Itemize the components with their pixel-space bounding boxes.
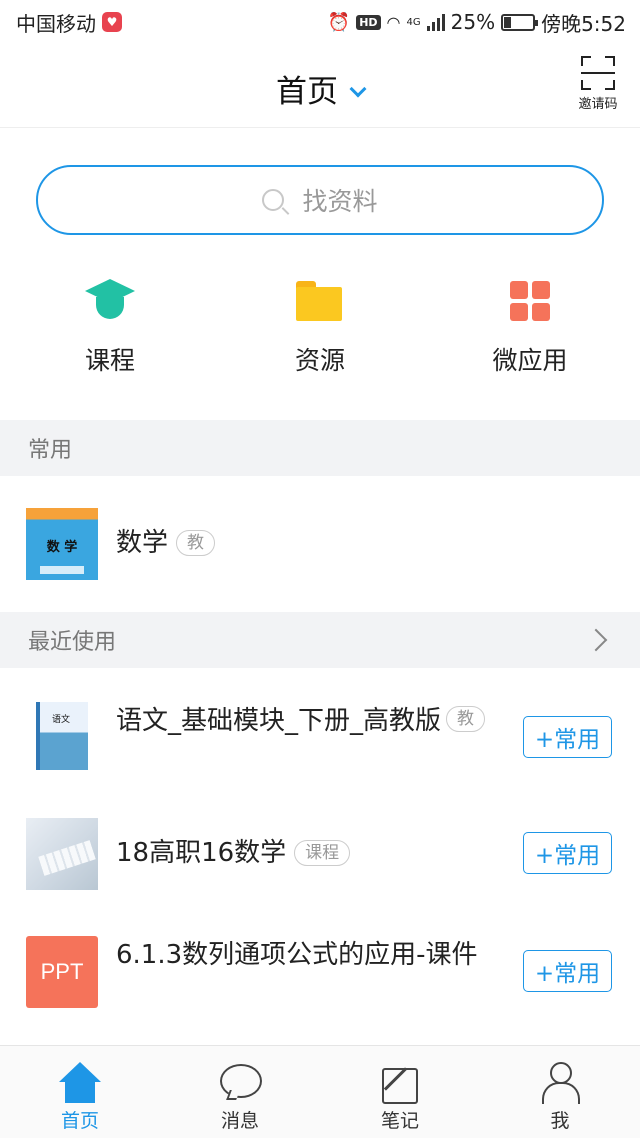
status-left: 中国移动 ♥ xyxy=(16,8,122,37)
signal-icon xyxy=(426,13,445,31)
item-title: 语文_基础模块_下册_高教版 xyxy=(116,706,442,736)
wifi-icon: ◠ xyxy=(386,12,401,32)
nav-tab-messages[interactable]: 消息 xyxy=(160,1046,320,1138)
item-title-row: 6.1.3数列通项公式的应用-课件 xyxy=(116,938,496,972)
item-title: 数学 xyxy=(116,528,169,558)
list-item-math[interactable]: 数 学 数学教 xyxy=(0,476,640,611)
add-to-frequent-button[interactable]: +常用 xyxy=(523,716,612,758)
section-header-recent[interactable]: 最近使用 xyxy=(0,612,640,668)
section-title: 最近使用 xyxy=(28,630,117,655)
nav-label: 笔记 xyxy=(380,1110,419,1132)
home-icon xyxy=(58,1062,102,1104)
status-bar: 中国移动 ♥ ⏰ HD ◠ 4G 25% 傍晚5:52 xyxy=(0,0,640,44)
quick-entry-course[interactable]: 课程 xyxy=(40,275,180,377)
invite-code-button[interactable]: 邀请码 xyxy=(576,56,620,112)
graduation-cap-icon xyxy=(84,275,136,327)
add-to-frequent-button[interactable]: +常用 xyxy=(523,950,612,992)
quick-entry-label: 资源 xyxy=(294,346,345,375)
page-title: 首页 xyxy=(276,74,338,110)
list-item-course[interactable]: 18高职16数学 课程 +常用 xyxy=(0,786,640,904)
add-to-frequent-button[interactable]: +常用 xyxy=(523,832,612,874)
scan-icon xyxy=(581,56,615,90)
battery-icon xyxy=(501,13,539,31)
course-cover-thumbnail xyxy=(26,818,98,890)
person-icon xyxy=(538,1062,582,1104)
folder-icon xyxy=(294,275,346,327)
nav-tab-notes[interactable]: 笔记 xyxy=(320,1046,480,1138)
item-title: 18高职16数学 xyxy=(116,838,287,868)
search-icon xyxy=(262,189,285,211)
bottom-nav: 首页 消息 笔记 我 xyxy=(0,1045,640,1138)
quick-entry-label: 课程 xyxy=(84,346,135,375)
nav-label: 首页 xyxy=(60,1110,99,1132)
cover-title: 数 学 xyxy=(46,540,78,555)
chevron-right-icon[interactable] xyxy=(584,628,608,652)
section-header-frequent: 常用 xyxy=(0,420,640,476)
top-header: 首页 邀请码 xyxy=(0,44,640,128)
carrier-heart-icon: ♥ xyxy=(102,12,122,32)
item-type-tag: 教 xyxy=(176,530,216,556)
battery-percent: 25% xyxy=(450,10,496,34)
hd-badge: HD xyxy=(356,14,381,30)
item-type-tag: 教 xyxy=(446,706,485,732)
item-type-tag: 课程 xyxy=(294,840,351,866)
list-item-chinese[interactable]: 语文 语文_基础模块_下册_高教版 教 +常用 xyxy=(0,668,640,786)
ppt-file-icon: PPT xyxy=(26,936,98,1008)
item-title-row: 18高职16数学 课程 xyxy=(116,836,351,870)
section-title: 常用 xyxy=(28,438,73,463)
network-type: 4G xyxy=(406,16,421,28)
cover-title: 语文 xyxy=(52,715,71,725)
search-input[interactable]: 找资料 xyxy=(36,165,604,235)
list-item-ppt[interactable]: PPT 6.1.3数列通项公式的应用-课件 +常用 xyxy=(0,904,640,1044)
chevron-down-icon xyxy=(349,80,367,98)
book-cover-thumbnail: 语文 xyxy=(26,700,98,772)
search-placeholder: 找资料 xyxy=(302,187,378,216)
item-title: 6.1.3数列通项公式的应用-课件 xyxy=(116,940,478,970)
note-edit-icon xyxy=(378,1062,422,1104)
item-title-row: 数学教 xyxy=(116,526,216,560)
nav-label: 消息 xyxy=(220,1110,259,1132)
quick-entry-micro-apps[interactable]: 微应用 xyxy=(460,275,600,377)
nav-tab-me[interactable]: 我 xyxy=(480,1046,640,1138)
alarm-icon: ⏰ xyxy=(327,11,351,33)
page-title-dropdown[interactable]: 首页 xyxy=(0,66,640,111)
chat-bubble-icon xyxy=(218,1062,262,1104)
nav-tab-home[interactable]: 首页 xyxy=(0,1046,160,1138)
quick-entries: 课程 资源 微应用 xyxy=(0,275,640,385)
carrier-name: 中国移动 xyxy=(16,11,96,36)
quick-entry-resource[interactable]: 资源 xyxy=(250,275,390,377)
apps-grid-icon xyxy=(504,275,556,327)
nav-label: 我 xyxy=(550,1110,570,1132)
book-cover-thumbnail: 数 学 xyxy=(26,508,98,580)
clock: 傍晚5:52 xyxy=(541,11,626,36)
quick-entry-label: 微应用 xyxy=(492,346,568,375)
status-right: ⏰ HD ◠ 4G 25% 傍晚5:52 xyxy=(328,8,626,37)
invite-code-label: 邀请码 xyxy=(578,97,618,112)
